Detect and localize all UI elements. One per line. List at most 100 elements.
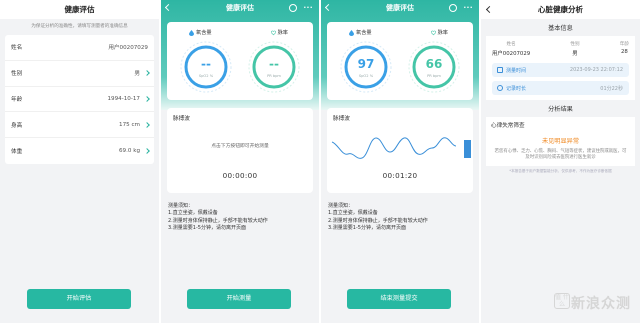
height-value: 175 cm [119, 121, 140, 128]
timer: 00:01:20 [382, 171, 418, 180]
notes-line: 1.直立坐姿，佩戴设备 [168, 210, 218, 217]
chevron-right-icon [144, 148, 150, 154]
spo2-label-group: 氧含量 [189, 29, 212, 36]
weight-field[interactable]: 体重 69.0 kg [5, 138, 154, 164]
pulse-label-group: 脉率 [430, 29, 448, 36]
heart-analysis-screen: 心脏健康分析 基本信息 姓名 用户00207029 性别 男 年龄 28 测量时… [481, 0, 640, 323]
pulse-value: -- [269, 57, 279, 71]
arrhythmia-card: 心律失常筛查 未见明显异常 若您有心悸、乏力、心慌、胸闷、气短等症状，建议住院或… [486, 117, 635, 166]
droplet-icon [349, 29, 354, 36]
spo2-gauge: -- SpO2 % [178, 39, 234, 95]
age-label: 年龄 [11, 96, 23, 103]
back-icon[interactable] [164, 3, 173, 12]
heart-icon [270, 30, 276, 35]
user-info-grid: 姓名 用户00207029 性别 男 年龄 28 [490, 39, 631, 59]
chevron-right-icon [144, 121, 150, 128]
spo2-value: -- [201, 57, 211, 71]
page-title: 健康评估 [386, 4, 414, 12]
weight-value: 69.0 kg [118, 148, 140, 155]
spo2-unit: SpO2 % [358, 74, 374, 78]
name-label: 姓名 [11, 45, 23, 52]
pulse-wave-card: 脉搏波 点击下方按钮即可开始测量 00:00:00 [167, 108, 313, 193]
gender-value: 男 [134, 71, 140, 78]
age-column: 年龄 28 [620, 41, 629, 57]
pulse-unit: PR bpm [267, 74, 281, 78]
page-title: 健康评估 [226, 4, 254, 12]
gender-column: 性别 男 [570, 41, 579, 57]
more-menu-icon[interactable]: ··· [304, 0, 313, 16]
result-title: 分析结果 [481, 100, 640, 117]
name-header: 姓名 [506, 42, 516, 47]
spo2-unit: SpO2 % [198, 74, 214, 78]
droplet-icon [189, 29, 194, 36]
age-field[interactable]: 年龄 1994-10-17 [5, 87, 154, 113]
nav-bar: 健康评估 ··· [161, 0, 319, 16]
back-icon[interactable] [485, 5, 494, 14]
age-value: 28 [620, 49, 628, 55]
disclaimer: *本报告基于用户数据智能分析，仅供参考，不作为医疗诊断依据 [509, 168, 612, 173]
spo2-label: 氧含量 [196, 30, 212, 36]
name-column: 姓名 用户00207029 [492, 41, 530, 57]
vitals-card: 氧含量 脉率 -- SpO2 % -- PR bpm [167, 22, 313, 100]
page-title: 健康评估 [0, 0, 159, 19]
duration-value: 01分22秒 [600, 85, 623, 92]
calendar-icon [497, 67, 503, 73]
pulse-unit: PR bpm [427, 74, 441, 78]
rhythm-title: 心律失常筛查 [491, 123, 525, 129]
more-menu-icon[interactable]: ··· [464, 0, 473, 16]
record-icon[interactable] [449, 4, 457, 12]
pulse-gauge: 66 PR bpm [406, 39, 462, 95]
pulse-label: 脉率 [277, 30, 288, 36]
wave-title: 脉搏波 [333, 116, 350, 122]
pulse-label: 脉率 [437, 30, 448, 36]
health-assessment-form-screen: 健康评估 为保证分析的准确性，请填写测量者的准确信息 姓名 用户00207029… [0, 0, 159, 323]
gender-value: 男 [572, 51, 578, 57]
duration-label: 记录时长 [506, 85, 527, 92]
spo2-gauge: 97 SpO2 % [338, 39, 394, 95]
heart-icon [430, 30, 436, 35]
form-hint: 为保证分析的准确性，请填写测量者的准确信息 [31, 24, 128, 29]
notes-line: 3.测量需要1-5分钟，请勿离开页面 [168, 225, 246, 232]
age-header: 年龄 [619, 42, 629, 47]
height-field[interactable]: 身高 175 cm [5, 112, 154, 139]
measurement-notes: 测量须知： 1.直立坐姿，佩戴设备 2.测量时身体保持静止，手部不能有较大动作 … [328, 203, 428, 233]
basic-info-card: 姓名 用户00207029 性别 男 年龄 28 测量时间 2023-09-23… [486, 36, 635, 100]
notes-line: 1.直立坐姿，佩戴设备 [328, 210, 378, 217]
start-assessment-button[interactable]: 开始评估 [27, 289, 131, 309]
measure-time-value: 2023-09-23 22:07:12 [569, 67, 623, 73]
age-value: 1994-10-17 [107, 95, 140, 102]
gender-header: 性别 [570, 42, 580, 47]
name-value: 用户00207029 [108, 45, 148, 52]
measure-time-row: 测量时间 2023-09-23 22:07:12 [492, 63, 629, 77]
chevron-right-icon [144, 96, 150, 102]
timer: 00:00:00 [222, 171, 258, 180]
wave-title: 脉搏波 [173, 116, 190, 122]
pulse-wave-card: 脉搏波 00:01:20 [327, 108, 473, 193]
height-label: 身高 [11, 122, 23, 129]
back-icon[interactable] [324, 3, 333, 12]
start-measure-button[interactable]: 开始测量 [187, 289, 291, 309]
name-field[interactable]: 姓名 用户00207029 [5, 35, 154, 61]
finish-submit-button[interactable]: 结束测量提交 [347, 289, 451, 309]
nav-bar: 心脏健康分析 [481, 0, 640, 19]
measure-time-label: 测量时间 [506, 67, 527, 74]
pulse-label-group: 脉率 [270, 29, 288, 36]
spo2-label: 氧含量 [356, 30, 372, 36]
name-value: 用户00207029 [492, 51, 531, 57]
gender-label: 性别 [11, 71, 23, 78]
nav-bar: 健康评估 ··· [321, 0, 479, 16]
record-icon[interactable] [289, 4, 297, 12]
wave-hint: 点击下方按钮即可开始测量 [211, 144, 269, 149]
spo2-label-group: 氧含量 [349, 29, 372, 36]
measure-running-screen: 健康评估 ··· 氧含量 脉率 97 SpO2 % 66 PR bpm 脉搏波 … [321, 0, 479, 323]
gender-field[interactable]: 性别 男 [5, 61, 154, 87]
clock-icon [497, 85, 503, 91]
rhythm-description: 若您有心悸、乏力、心慌、胸闷、气短等症状，建议住院或就医，可及时识别风险或去医院… [494, 149, 627, 161]
watermark: 新浪众测 [571, 296, 631, 312]
pulse-waveform [331, 137, 471, 159]
notes-line: 3.测量需要1-5分钟，请勿离开页面 [328, 225, 406, 232]
basic-info-title: 基本信息 [481, 19, 640, 36]
page-title: 心脏健康分析 [538, 5, 583, 14]
duration-row: 记录时长 01分22秒 [492, 81, 629, 95]
pulse-gauge: -- PR bpm [246, 39, 302, 95]
